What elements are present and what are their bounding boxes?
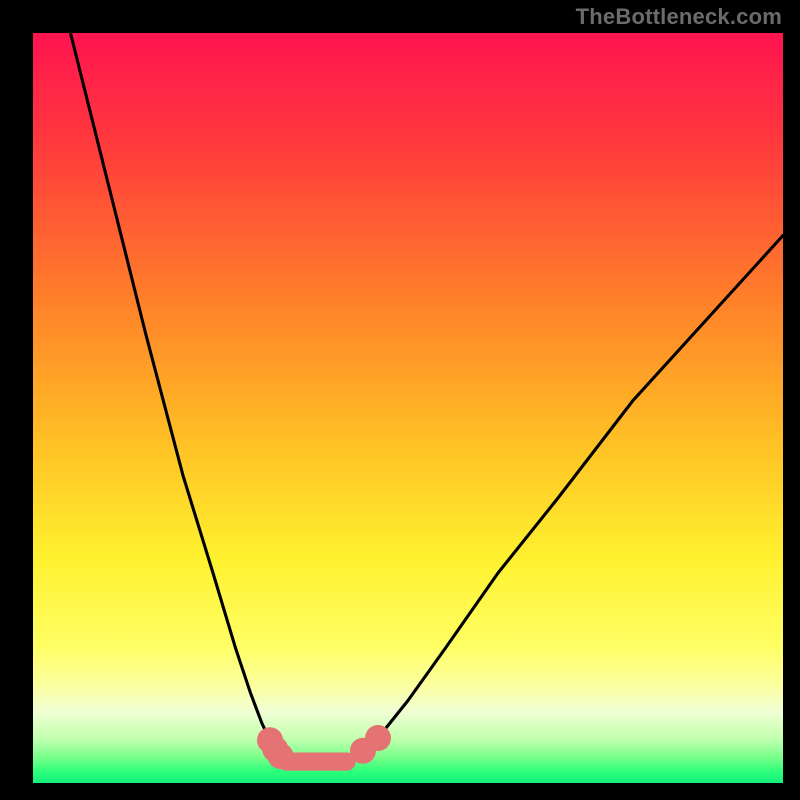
curve-marker	[365, 725, 391, 751]
chart-frame: TheBottleneck.com	[0, 0, 800, 800]
bottleneck-curve	[33, 33, 783, 783]
curve-marker	[268, 743, 294, 769]
curve-path	[71, 33, 784, 765]
plot-area	[33, 33, 783, 783]
watermark-label: TheBottleneck.com	[576, 4, 782, 30]
